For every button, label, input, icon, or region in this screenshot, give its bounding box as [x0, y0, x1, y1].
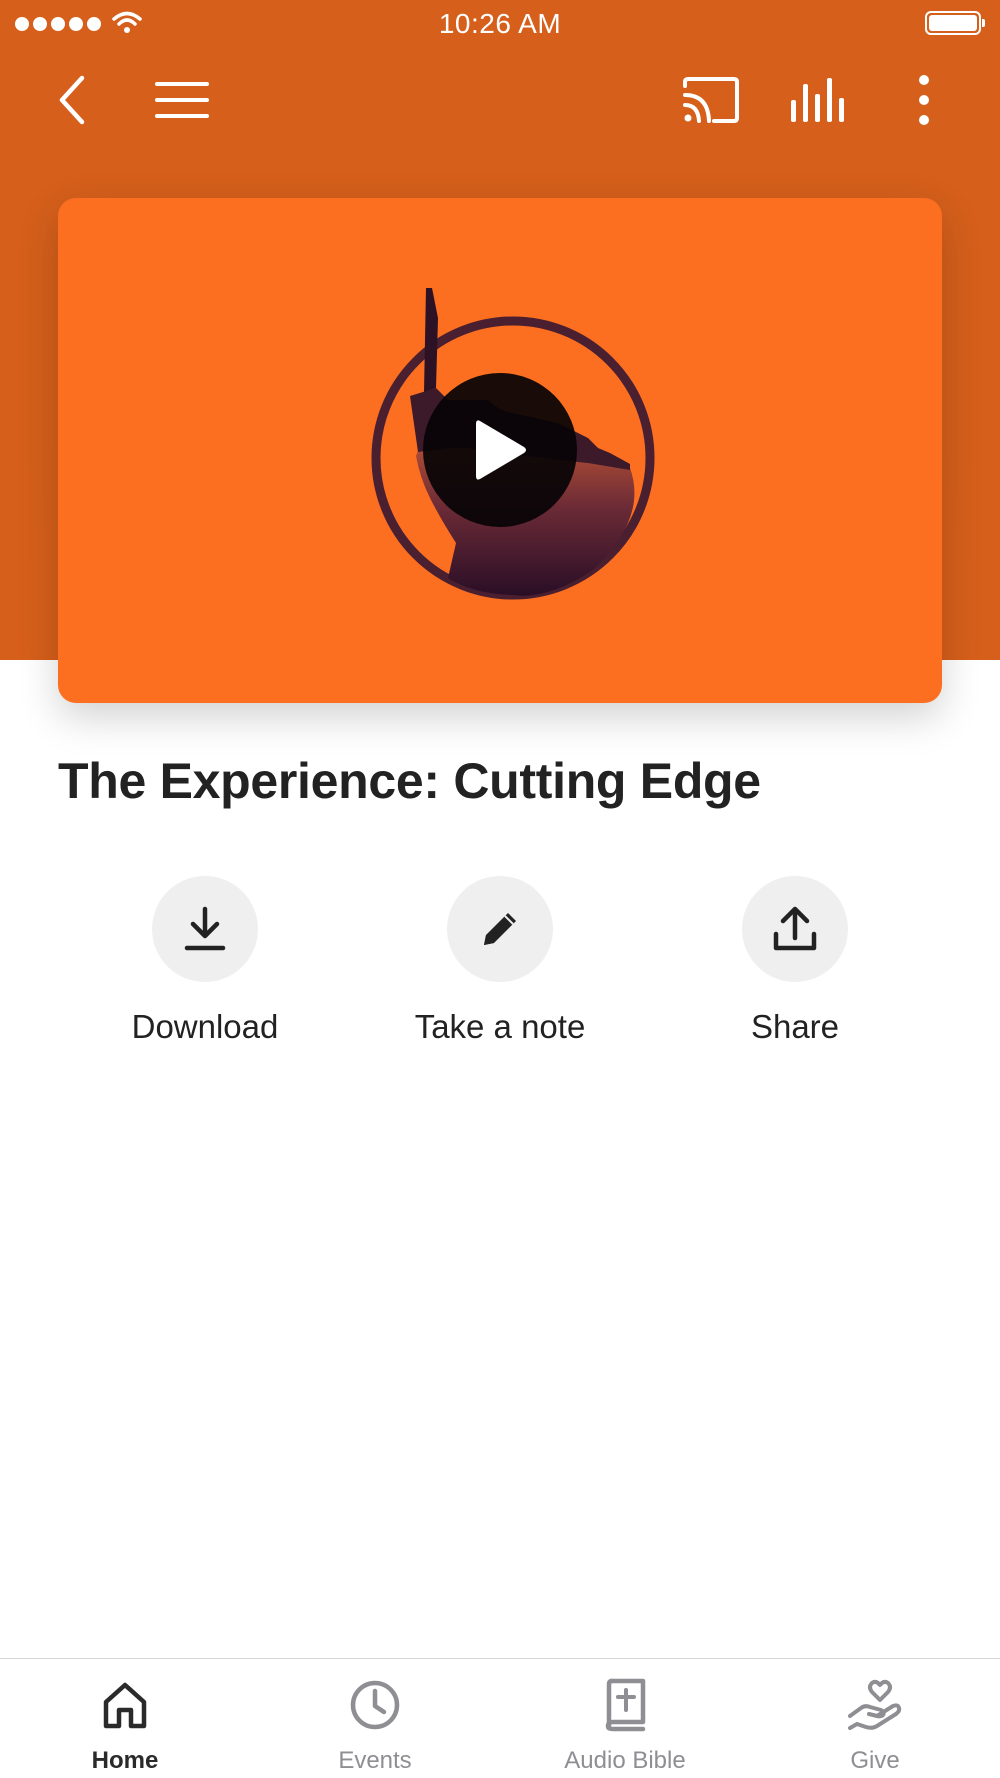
give-icon — [750, 1675, 1000, 1735]
tab-events-label: Events — [338, 1747, 412, 1774]
tab-home[interactable]: Home — [0, 1675, 250, 1775]
take-note-button[interactable]: Take a note — [380, 876, 620, 1046]
battery-icon — [925, 11, 985, 35]
download-icon — [152, 876, 258, 982]
screen: 10:26 AM The Experience: Cutting Edge Do… — [0, 0, 1000, 1778]
play-button[interactable] — [423, 373, 577, 527]
media-card[interactable] — [58, 198, 942, 703]
bible-icon — [500, 1675, 750, 1735]
tab-bar: Home Events Audio Bible Give — [0, 1658, 1000, 1778]
status-time: 10:26 AM — [438, 8, 562, 39]
download-label: Download — [131, 1008, 279, 1045]
status-bar: 10:26 AM — [0, 0, 1000, 50]
equalizer-icon[interactable] — [785, 68, 851, 132]
menu-icon[interactable] — [149, 68, 215, 132]
share-button[interactable]: Share — [675, 876, 915, 1046]
pencil-icon — [447, 876, 553, 982]
share-icon — [742, 876, 848, 982]
tab-events[interactable]: Events — [250, 1675, 500, 1775]
tab-give-label: Give — [850, 1747, 900, 1774]
back-icon[interactable] — [42, 68, 106, 132]
share-label: Share — [750, 1008, 840, 1045]
clock-icon — [250, 1675, 500, 1735]
take-note-label: Take a note — [414, 1008, 586, 1045]
tab-home-label: Home — [91, 1747, 159, 1774]
tab-audio-bible-label: Audio Bible — [564, 1747, 686, 1774]
more-vertical-icon[interactable] — [892, 68, 956, 132]
tab-give[interactable]: Give — [750, 1675, 1000, 1775]
home-icon — [0, 1675, 250, 1735]
download-button[interactable]: Download — [85, 876, 325, 1046]
cast-icon[interactable] — [678, 68, 744, 132]
sermon-title: The Experience: Cutting Edge — [58, 753, 761, 809]
play-icon — [476, 420, 526, 480]
tab-audio-bible[interactable]: Audio Bible — [500, 1675, 750, 1775]
